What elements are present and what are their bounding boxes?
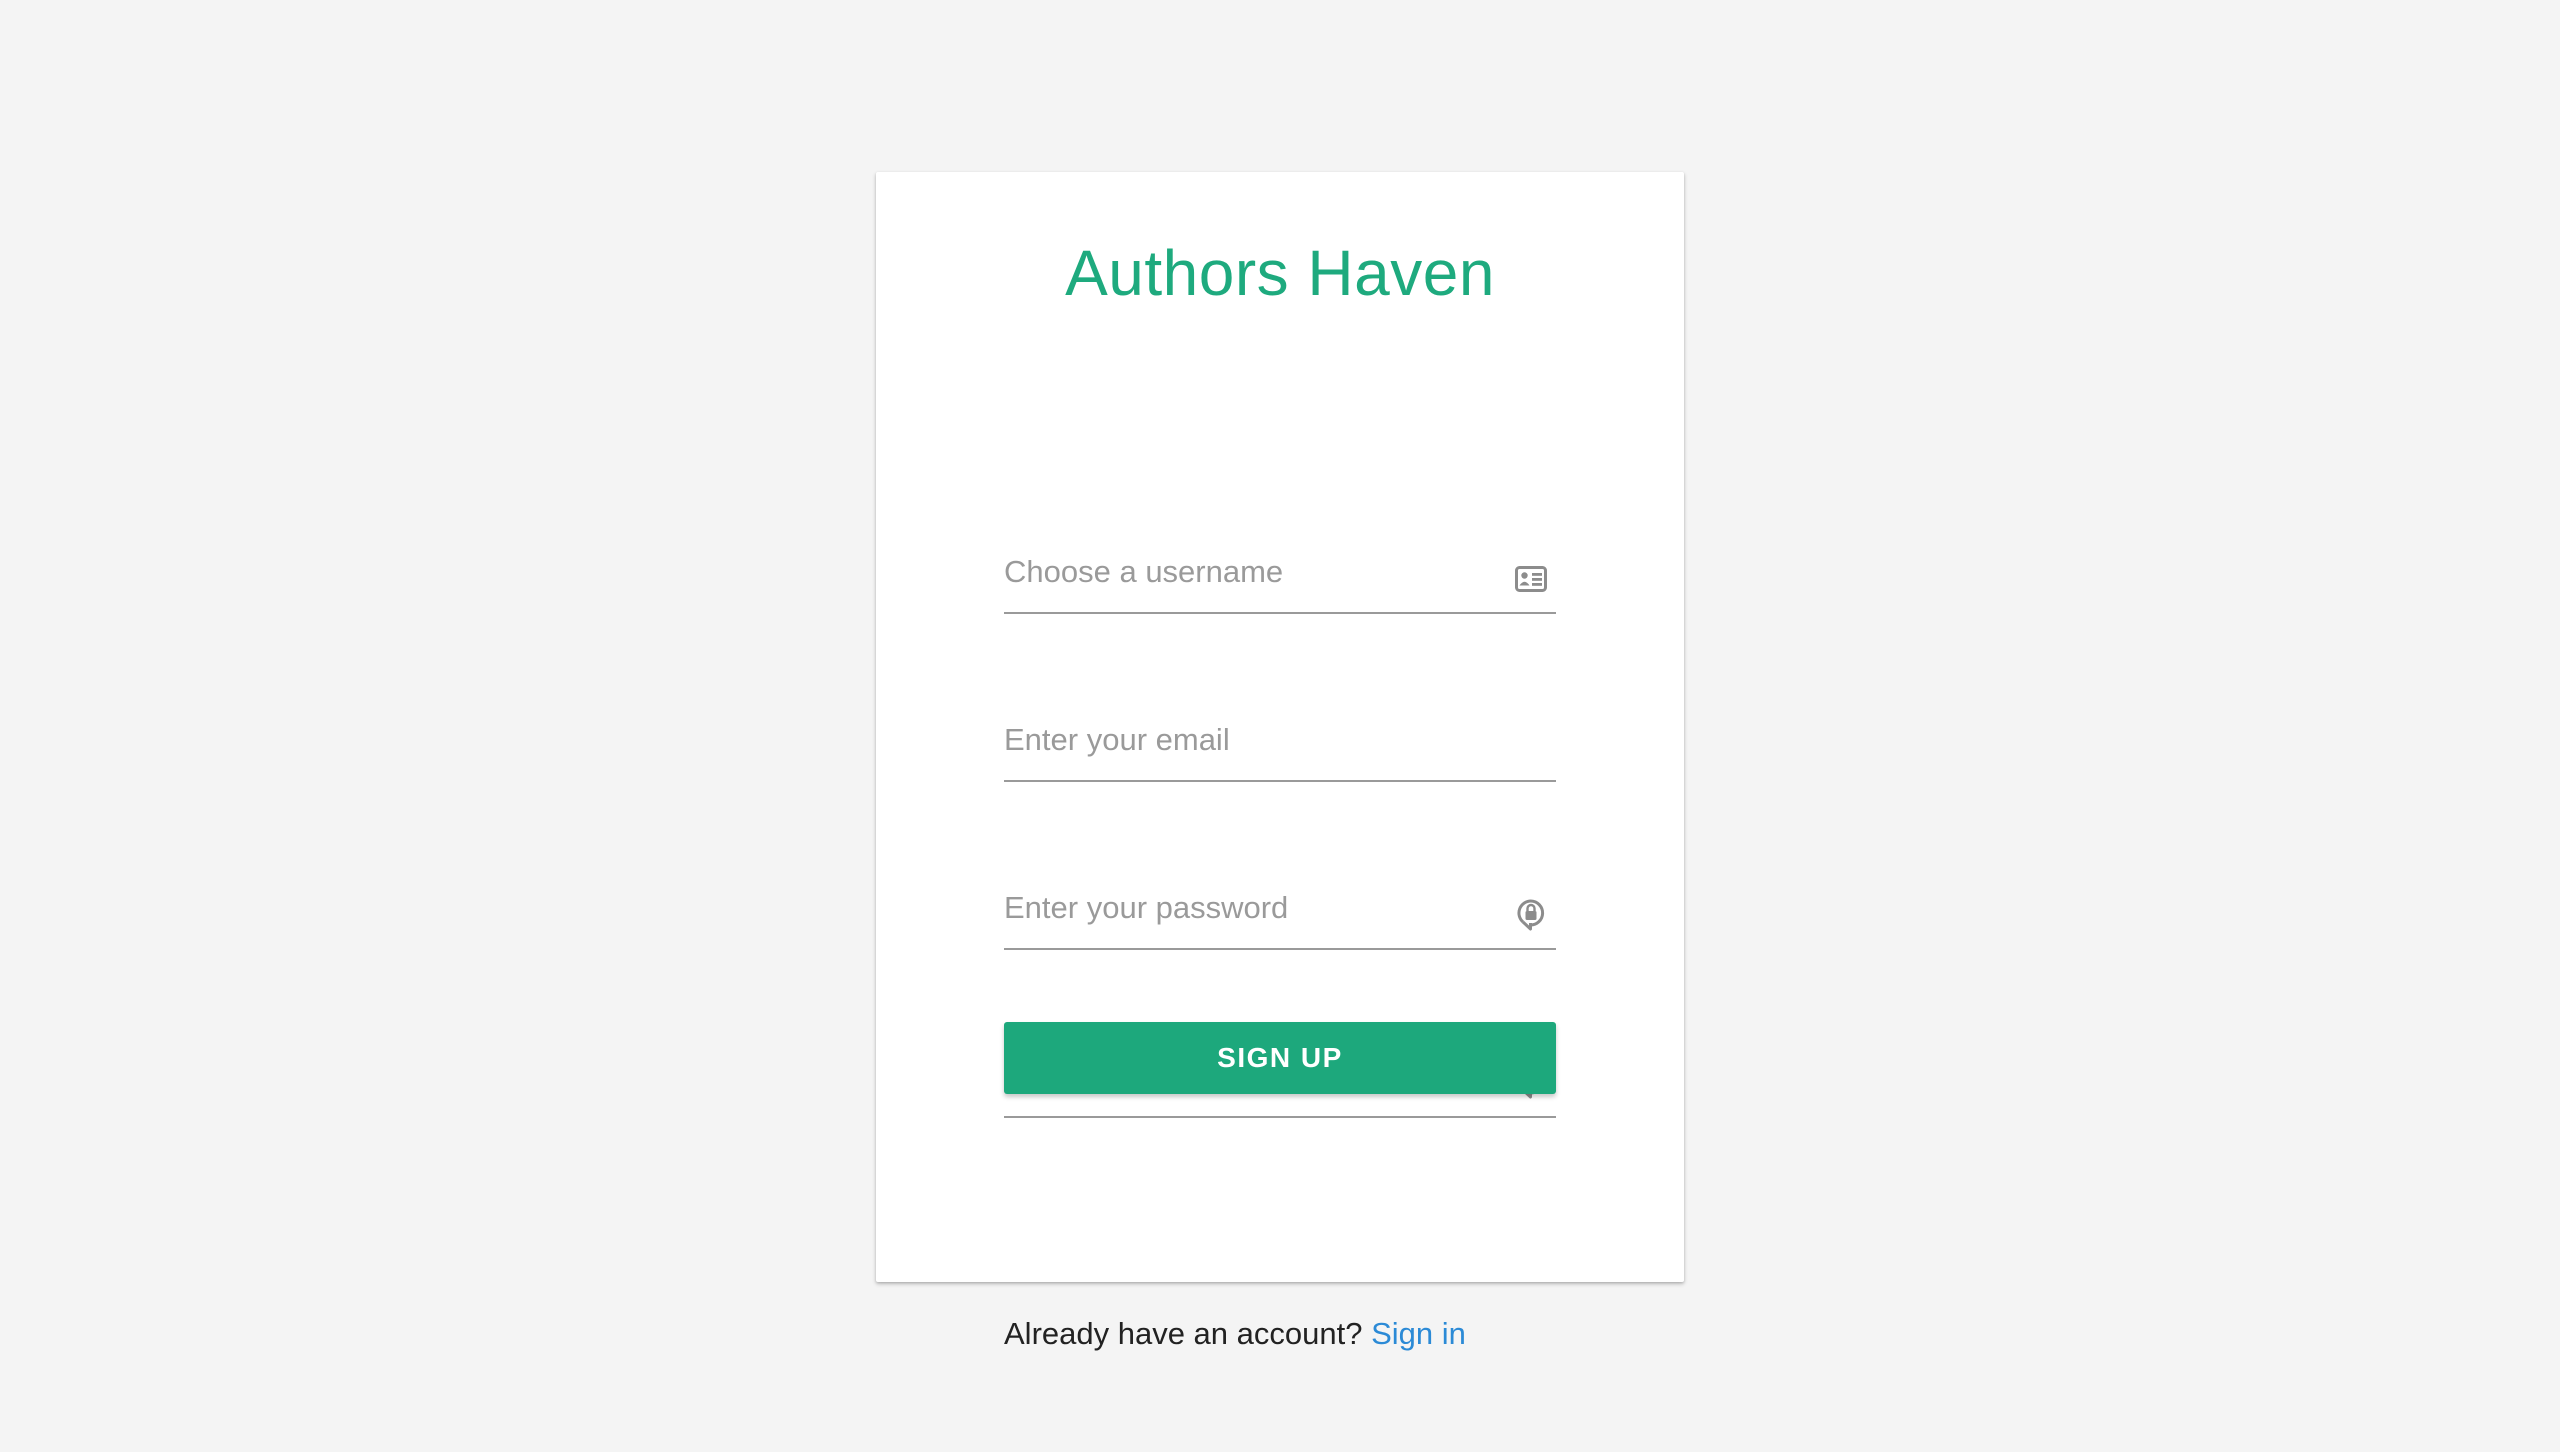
signup-card: Authors Haven Choose a username Enter yo… [876, 172, 1684, 1351]
email-input[interactable] [1004, 710, 1504, 770]
lock-icon [1514, 898, 1548, 932]
sign-in-link[interactable]: Sign in [1371, 1316, 1466, 1351]
signin-prompt: Already have an account? Sign in [1004, 1316, 1466, 1352]
username-field-wrapper [1004, 542, 1556, 614]
sign-up-button[interactable]: SIGN UP [1004, 1022, 1556, 1094]
id-card-icon [1514, 562, 1548, 596]
password-input[interactable] [1004, 878, 1504, 938]
app-title: Authors Haven [1065, 237, 1495, 309]
password-field-wrapper [1004, 878, 1556, 950]
username-input[interactable] [1004, 542, 1504, 602]
signin-prompt-text: Already have an account? [1004, 1316, 1363, 1351]
email-field-wrapper [1004, 710, 1556, 782]
